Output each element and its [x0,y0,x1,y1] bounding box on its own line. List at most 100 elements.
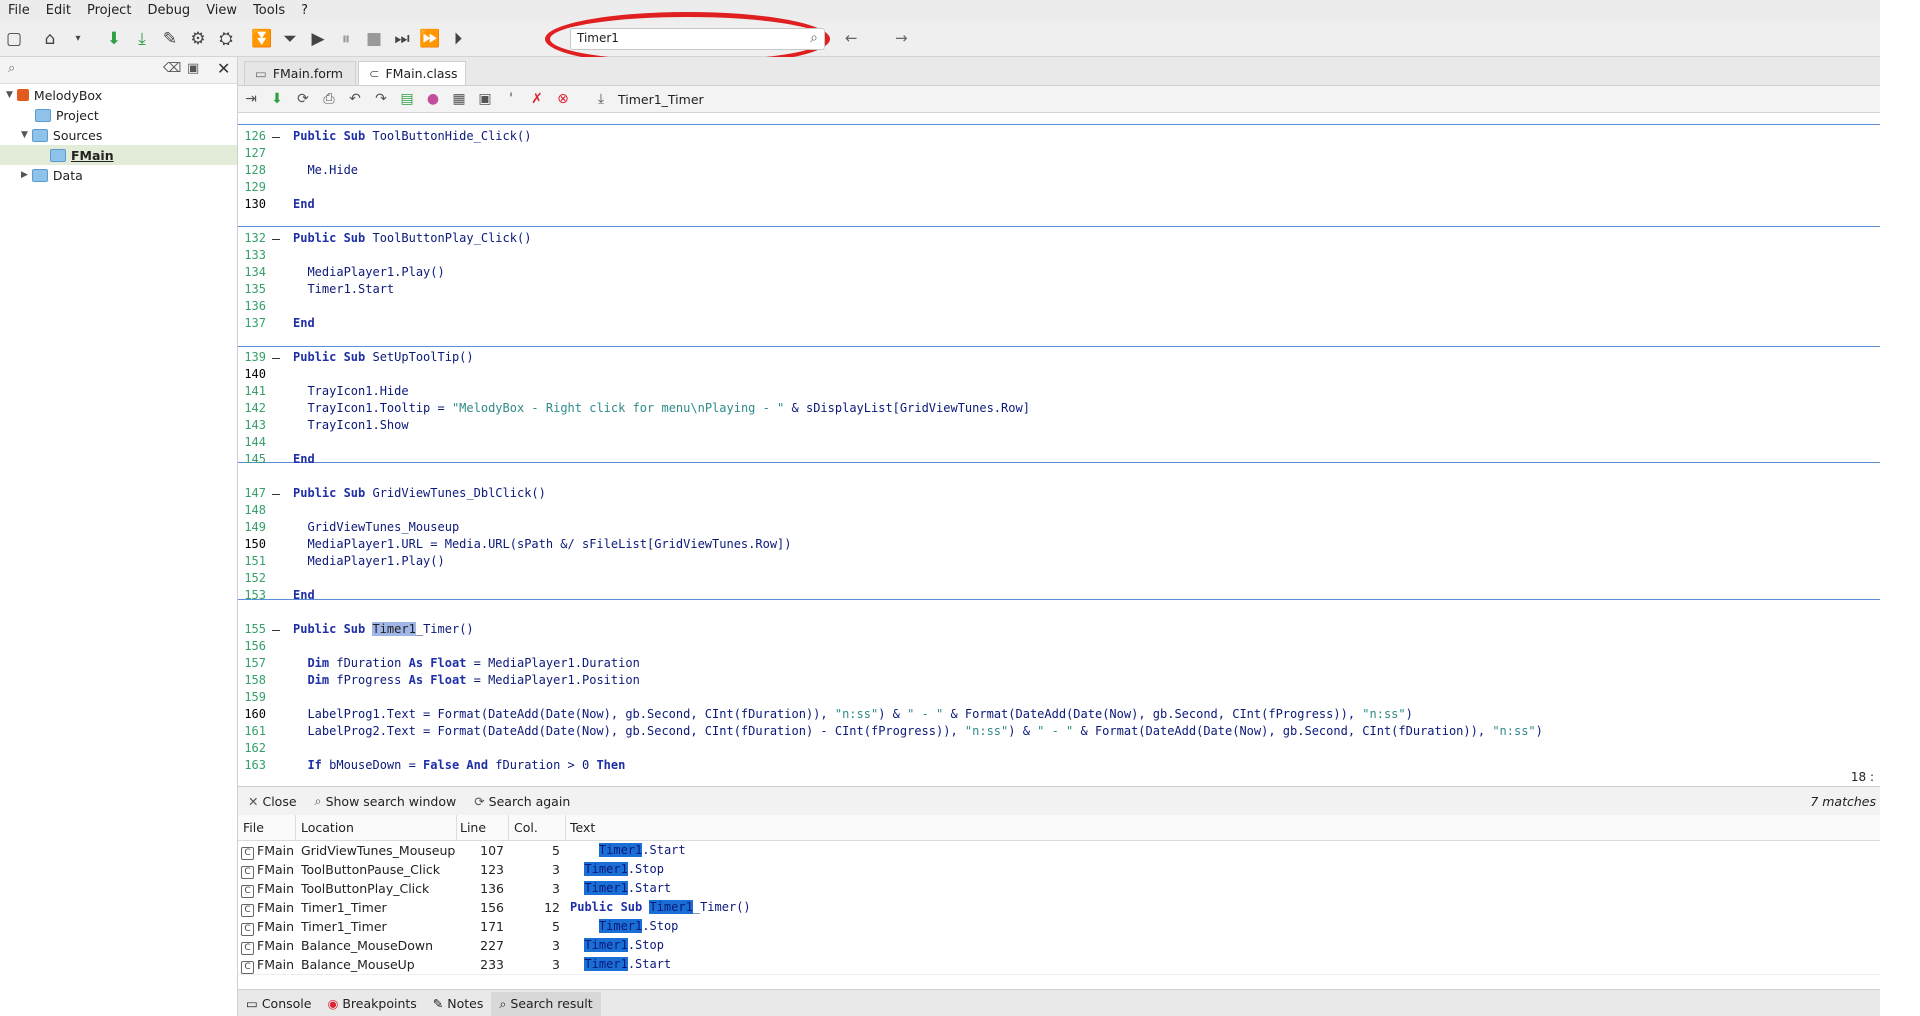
tab-console[interactable]: ▭ Console [238,992,319,1016]
result-row[interactable]: C FMain GridViewTunes_Mouseup 107 5 Timer1.S… [238,841,1880,861]
fold-marker-icon[interactable] [272,358,280,359]
clear-icon[interactable]: ⌫ [163,61,181,76]
fold-marker-icon[interactable] [272,630,280,631]
result-row[interactable]: C FMain Timer1_Timer 171 5 Timer1.Stop [238,917,1880,937]
search-again-button[interactable]: ⟳ Search again [474,794,570,809]
step-over-icon[interactable]: ⏩ [418,27,442,51]
col-line[interactable]: Line [460,820,486,835]
snippet-icon[interactable]: ▣ [474,88,496,110]
compile-all-icon[interactable]: ⏷ [278,27,302,51]
code-line[interactable]: 151 MediaPlayer1.Play() [238,554,1880,571]
code-line[interactable]: 163 If bMouseDown = False And fDuration … [238,758,1880,775]
tab-notes[interactable]: ✎ Notes [425,992,492,1016]
chevron-right-icon[interactable]: ▶ [21,170,28,180]
project-search-bar[interactable]: ⌕ ⌫ ▣ ✕ [0,57,237,84]
code-line[interactable]: 153 End [238,588,1880,605]
tree-item-sources[interactable]: ▼ Sources [21,125,102,145]
code-line[interactable]: 155 Public Sub Timer1_Timer() [238,622,1880,639]
save-icon[interactable]: ⬇ [266,88,288,110]
code-line[interactable]: 160 LabelProg1.Text = Format(DateAdd(Dat… [238,707,1880,724]
calendar-icon[interactable]: ▦ [448,88,470,110]
col-col[interactable]: Col. [514,820,538,835]
result-row[interactable]: C FMain Balance_MouseUp 233 3 Timer1.Start [238,955,1880,975]
tab-search-result[interactable]: ⌕ Search result [491,991,601,1016]
breakpoint-icon[interactable]: ⊗ [552,88,574,110]
compile-icon[interactable]: ⏬ [250,27,274,51]
fold-marker-icon[interactable] [272,239,280,240]
tree-item-project[interactable]: Project [35,105,99,125]
code-line[interactable]: 144 [238,435,1880,452]
code-line[interactable]: 152 [238,571,1880,588]
code-line[interactable]: 158 Dim fProgress As Float = MediaPlayer… [238,673,1880,690]
run-to-icon[interactable]: ⏵ [446,27,470,51]
close-results-button[interactable]: ✕ Close [248,794,297,809]
menu-edit[interactable]: Edit [38,3,79,18]
code-line[interactable]: 162 [238,741,1880,758]
stop-icon[interactable]: ■ [362,27,386,51]
open-project-icon[interactable]: ⌂ [38,27,62,51]
menu-file[interactable]: File [0,3,38,18]
code-line[interactable]: 140 [238,367,1880,384]
result-row[interactable]: C FMain Timer1_Timer 156 12 Public Sub Timer1… [238,898,1880,918]
code-line[interactable]: 142 TrayIcon1.Tooltip = "MelodyBox - Rig… [238,401,1880,418]
code-line[interactable]: 145 End [238,452,1880,469]
code-line[interactable]: 135 Timer1.Start [238,282,1880,299]
result-row[interactable]: C FMain Balance_MouseDown 227 3 Timer1.Stop [238,936,1880,956]
code-line[interactable]: 143 TrayIcon1.Show [238,418,1880,435]
code-line[interactable]: 159 [238,690,1880,707]
comment-icon[interactable]: ' [500,88,522,110]
tree-root[interactable]: ▼ MelodyBox [6,85,102,105]
col-file[interactable]: File [243,820,264,835]
dropdown-arrow-icon[interactable]: ▾ [66,27,90,51]
edit-icon[interactable]: ✎ [158,27,182,51]
tree-item-fmain[interactable]: FMain [0,145,237,165]
clear-breakpoints-icon[interactable]: ✗ [526,88,548,110]
chevron-down-icon[interactable]: ▼ [21,130,28,140]
col-location[interactable]: Location [301,820,354,835]
code-line[interactable]: 137 End [238,316,1880,333]
procedure-label[interactable]: Timer1_Timer [618,92,704,107]
col-text[interactable]: Text [570,820,595,835]
goto-procedure-icon[interactable]: ⤓ [590,88,612,110]
print-icon[interactable]: ⎙ [318,88,340,110]
redo-icon[interactable]: ↷ [370,88,392,110]
show-search-window-button[interactable]: ⌕ Show search window [315,793,457,809]
fold-marker-icon[interactable] [272,137,280,138]
result-row[interactable]: C FMain ToolButtonPlay_Click 136 3 Timer1.St… [238,879,1880,899]
colors-icon[interactable]: ● [422,88,444,110]
tab-fmain-class[interactable]: ⊂ FMain.class [358,61,466,85]
code-line[interactable]: 157 Dim fDuration As Float = MediaPlayer… [238,656,1880,673]
forward-icon[interactable]: → [895,29,908,47]
chevron-down-icon[interactable]: ▼ [6,90,13,100]
code-line[interactable]: 126 Public Sub ToolButtonHide_Click() [238,129,1880,146]
code-line[interactable]: 141 TrayIcon1.Hide [238,384,1880,401]
tab-fmain-form[interactable]: ▭ FMain.form [244,61,356,85]
menu-project[interactable]: Project [79,3,139,18]
search-input[interactable]: Timer1 ⌕ [570,28,825,50]
tab-breakpoints[interactable]: ◉ Breakpoints [319,992,424,1016]
close-icon[interactable]: ✕ [217,59,230,78]
code-line[interactable]: 156 [238,639,1880,656]
code-line[interactable]: 161 LabelProg2.Text = Format(DateAdd(Dat… [238,724,1880,741]
code-line[interactable]: 130 End [238,197,1880,214]
paste-icon[interactable]: ▤ [396,88,418,110]
reload-icon[interactable]: ⟳ [292,88,314,110]
code-editor[interactable]: 18 : 126 Public Sub ToolButtonHide_Click(… [238,113,1880,785]
save-icon[interactable]: ⬇ [102,27,126,51]
menu-debug[interactable]: Debug [139,3,198,18]
step-icon[interactable]: ⏭ [390,27,414,51]
pause-icon[interactable]: ⏸ [334,27,358,51]
code-line[interactable]: 129 [238,180,1880,197]
tree-item-data[interactable]: ▶ Data [21,165,83,185]
menu-view[interactable]: View [198,3,245,18]
code-line[interactable]: 136 [238,299,1880,316]
search-icon[interactable]: ⌕ [810,30,818,46]
code-line[interactable]: 139 Public Sub SetUpToolTip() [238,350,1880,367]
code-line[interactable]: 147 Public Sub GridViewTunes_DblClick() [238,486,1880,503]
undo-icon[interactable]: ↶ [344,88,366,110]
save-all-icon[interactable]: ⤓ [130,27,154,51]
settings-icon[interactable]: ⛭ [214,27,238,51]
back-icon[interactable]: ← [845,29,858,47]
code-line[interactable]: 134 MediaPlayer1.Play() [238,265,1880,282]
result-row[interactable]: C FMain ToolButtonPause_Click 123 3 Timer1.S… [238,860,1880,880]
